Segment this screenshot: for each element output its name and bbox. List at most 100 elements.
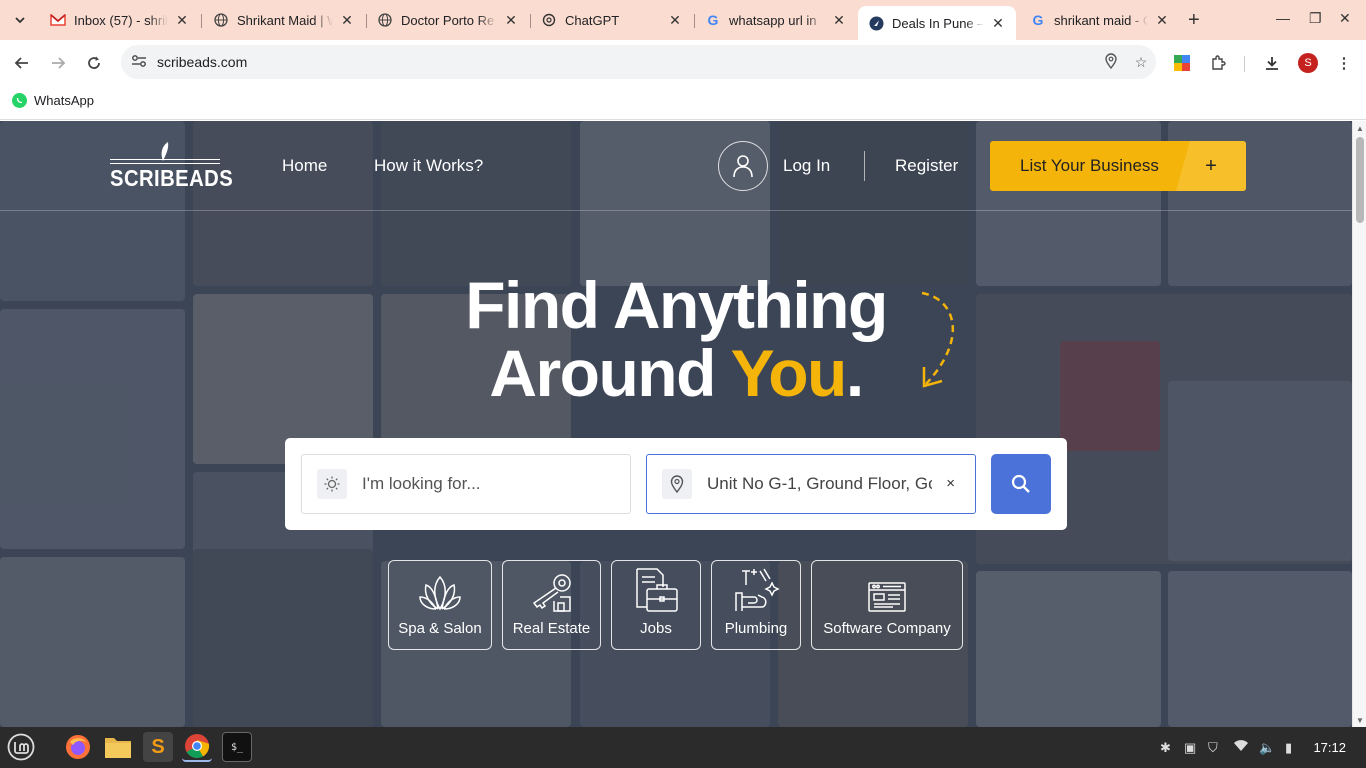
clear-location-icon[interactable]: × [946,475,955,492]
firefox-icon[interactable] [63,732,93,762]
tab-shrikant-google[interactable]: G shrikant maid - G ✕ [1020,6,1180,34]
back-arrow-icon[interactable] [10,51,34,75]
nav-home[interactable]: Home [282,156,327,176]
search-button[interactable] [991,454,1051,514]
lotus-icon [389,561,491,613]
category-real-estate[interactable]: Real Estate [502,560,601,650]
close-tab-icon[interactable]: ✕ [503,12,519,29]
new-tab-button[interactable]: + [1188,9,1200,32]
file-manager-icon[interactable] [103,732,133,762]
category-plumbing[interactable]: Plumbing [711,560,801,650]
tab-shrikant-web[interactable]: Shrikant Maid | Web ✕ [203,6,365,34]
tab-title: Shrikant Maid | Web [237,12,333,28]
user-icon [733,155,753,178]
profile-avatar[interactable]: S [1298,53,1318,73]
close-tab-icon[interactable]: ✕ [667,12,683,29]
battery-icon[interactable]: ▮ [1285,740,1292,756]
nav-how-it-works[interactable]: How it Works? [374,156,483,176]
location-pin-icon[interactable] [1096,52,1126,72]
download-icon[interactable] [1261,52,1283,74]
tab-title: shrikant maid - G [1054,12,1148,28]
header-divider [864,151,865,181]
category-label: Real Estate [512,620,591,637]
map-pin-icon [662,469,692,499]
site-header: SCRIBEADS Home How it Works? Log In Regi… [0,121,1352,211]
tab-doctor-porto[interactable]: Doctor Porto Re ✕ [367,6,529,34]
maximize-icon[interactable]: ❐ [1309,10,1322,27]
url-text[interactable]: scribeads.com [157,54,1096,70]
clipboard-icon[interactable]: ▣ [1184,740,1196,756]
chevron-down-icon [15,17,25,24]
close-tab-icon[interactable]: ✕ [990,15,1006,32]
page-viewport: SCRIBEADS Home How it Works? Log In Regi… [0,121,1352,727]
tab-title: ChatGPT [565,12,620,28]
tab-title: whatsapp url in [729,12,817,28]
close-tab-icon[interactable]: ✕ [831,12,847,29]
os-taskbar: S $_ ✱ ▣ ⛉ 🔈 ▮ 17:12 [0,727,1366,768]
close-tab-icon[interactable]: ✕ [339,12,355,29]
tab-chatgpt[interactable]: ChatGPT ✕ [531,6,693,34]
browser-window-icon [812,561,962,613]
scribeads-logo[interactable]: SCRIBEADS [110,141,233,191]
login-link[interactable]: Log In [783,156,830,176]
curved-arrow-icon [921,291,954,388]
tab-whatsapp-url[interactable]: G whatsapp url in ✕ [695,6,857,34]
search-icon [1011,474,1030,493]
category-spa-salon[interactable]: Spa & Salon [388,560,492,650]
bluetooth-icon[interactable]: ✱ [1160,740,1171,756]
site-info-icon[interactable] [131,54,151,71]
terminal-icon[interactable]: $_ [222,732,252,762]
location-value: Unit No G-1, Ground Floor, Go [707,474,932,493]
register-link[interactable]: Register [895,156,958,176]
close-tab-icon[interactable]: ✕ [174,12,190,29]
sublime-text-icon[interactable]: S [143,732,173,762]
volume-icon[interactable]: 🔈 [1259,740,1275,756]
chrome-icon[interactable] [182,732,212,762]
whatsapp-icon [12,93,27,108]
bookmark-star-icon[interactable]: ☆ [1126,54,1156,71]
keyword-placeholder: I'm looking for... [362,474,481,493]
category-label: Jobs [640,620,672,637]
list-your-business-button[interactable]: List Your Business + [990,141,1246,191]
page-scrollbar[interactable]: ▲ ▼ [1352,121,1366,727]
keyword-search-field[interactable]: I'm looking for... [301,454,631,514]
minimize-icon[interactable]: — [1276,10,1290,26]
wifi-icon[interactable] [1233,740,1249,755]
tab-search-button[interactable] [8,8,32,32]
reload-icon[interactable] [82,51,106,75]
user-account-button[interactable] [718,141,768,191]
plus-icon: + [1176,141,1246,191]
list-your-business-label: List Your Business [1020,156,1159,175]
tab-deals-in-pune[interactable]: Deals In Pune – ✕ [858,6,1016,40]
tab-gmail[interactable]: Inbox (57) - shrikant ✕ [40,6,200,34]
gmail-icon [50,12,66,28]
close-window-icon[interactable]: ✕ [1339,10,1351,27]
globe-icon [377,12,393,28]
menu-kebab-icon[interactable]: ⋮ [1333,52,1355,74]
plumbing-tools-icon [712,561,800,613]
chatgpt-icon [541,12,557,28]
globe-icon [213,12,229,28]
house-key-icon [503,561,600,613]
mint-menu-icon[interactable] [6,732,36,762]
category-jobs[interactable]: Jobs [611,560,701,650]
google-icon: G [707,12,719,28]
taskbar-clock[interactable]: 17:12 [1313,740,1346,755]
location-search-field[interactable]: Unit No G-1, Ground Floor, Go × [646,454,976,514]
shield-icon[interactable]: ⛉ [1208,740,1218,756]
lightbulb-icon [317,469,347,499]
extensions-puzzle-icon[interactable] [1207,52,1229,74]
hero-highlight: You [730,336,848,410]
forward-arrow-icon[interactable] [46,51,70,75]
category-software-company[interactable]: Software Company [811,560,963,650]
close-tab-icon[interactable]: ✕ [1154,12,1170,29]
category-label: Plumbing [724,620,788,637]
address-bar[interactable]: scribeads.com ☆ [121,45,1156,79]
scrollbar-thumb[interactable] [1356,137,1364,223]
hero-heading: Find Anything Around You. [0,271,1352,407]
search-panel: I'm looking for... Unit No G-1, Ground F… [285,438,1067,530]
extension-colorful-icon[interactable] [1171,52,1193,74]
bookmark-whatsapp[interactable]: WhatsApp [12,93,94,108]
browser-toolbar: scribeads.com ☆ S ⋮ [0,40,1366,86]
feather-quill-icon [158,141,172,168]
